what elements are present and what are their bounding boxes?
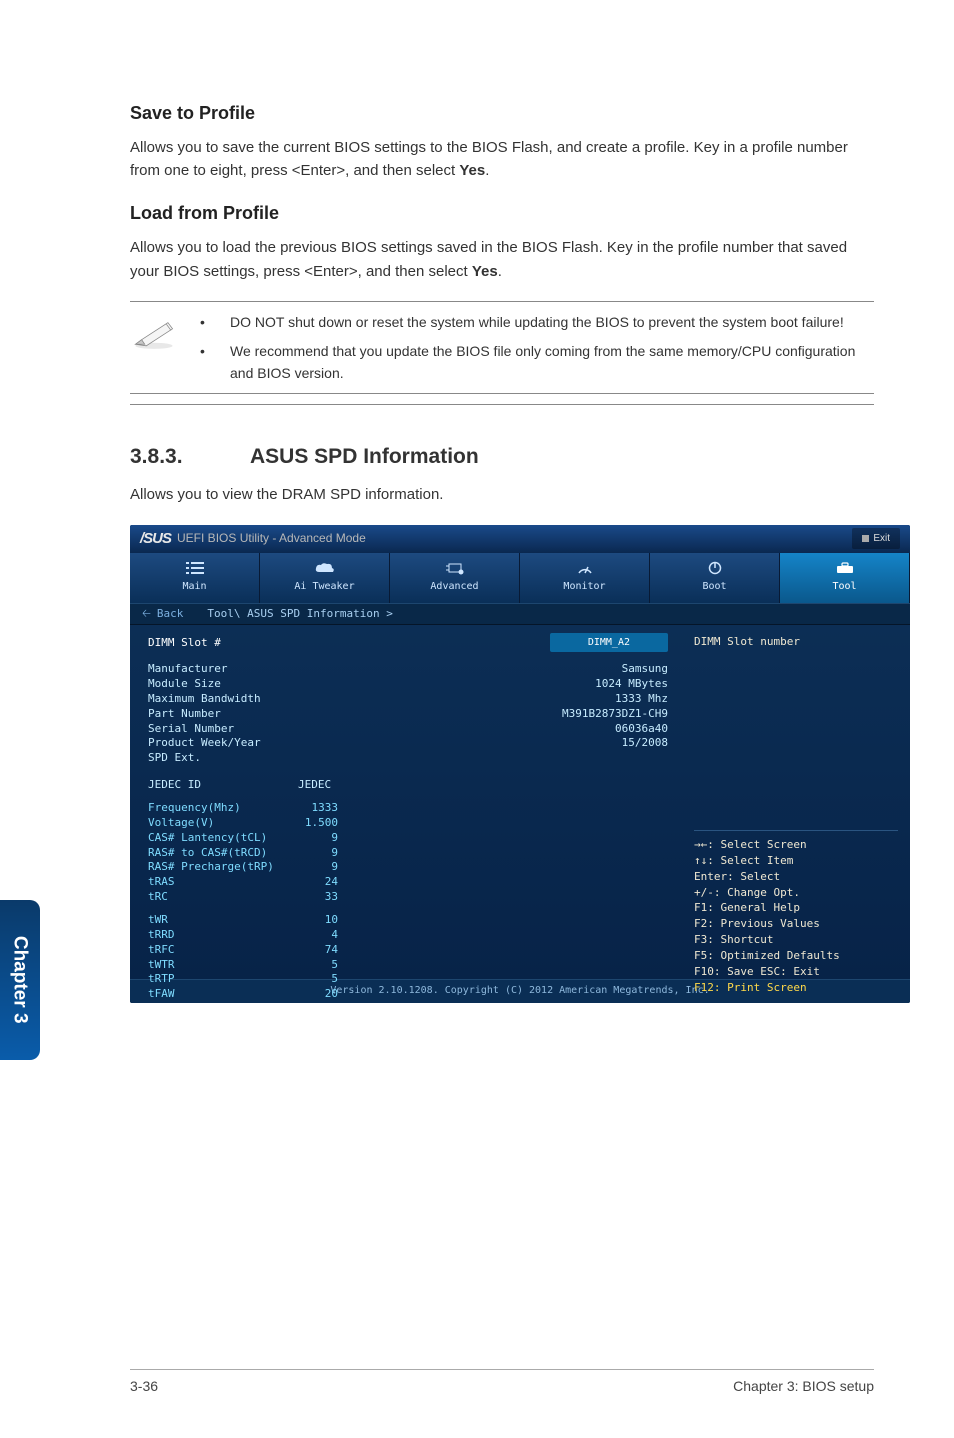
- bios-tab-bar: Main Ai Tweaker Advanced Monitor: [130, 553, 910, 603]
- page-number: 3-36: [130, 1376, 158, 1398]
- tab-main-label: Main: [182, 579, 206, 595]
- note-text-1: DO NOT shut down or reset the system whi…: [230, 312, 874, 334]
- timing-row: tRRD4: [148, 928, 668, 943]
- help-line: →←: Select Screen: [694, 837, 898, 853]
- info-row: Serial Number06036a40: [148, 722, 668, 737]
- note-item-1: • DO NOT shut down or reset the system w…: [200, 312, 874, 334]
- back-arrow-icon[interactable]: 🡠: [142, 605, 151, 622]
- help-line: F1: General Help: [694, 900, 898, 916]
- help-line: F12: Print Screen: [694, 980, 898, 996]
- tab-monitor[interactable]: Monitor: [520, 553, 650, 603]
- info-row: Module Size1024 MBytes: [148, 677, 668, 692]
- help-line: F10: Save ESC: Exit: [694, 964, 898, 980]
- list-icon: [186, 561, 204, 575]
- chip-icon: [446, 561, 464, 575]
- info-row: SPD Ext.: [148, 751, 668, 766]
- timing-row: Frequency(Mhz)1333: [148, 801, 668, 816]
- jedec-row: JEDEC ID JEDEC: [148, 776, 668, 793]
- bullet-icon: •: [200, 312, 230, 334]
- save-profile-period: .: [485, 162, 489, 179]
- info-row: Maximum Bandwidth1333 Mhz: [148, 692, 668, 707]
- help-line: +/-: Change Opt.: [694, 885, 898, 901]
- timing-row: tRFC74: [148, 943, 668, 958]
- note-box: • DO NOT shut down or reset the system w…: [130, 301, 874, 394]
- save-profile-body: Allows you to save the current BIOS sett…: [130, 136, 874, 183]
- back-label[interactable]: Back: [157, 605, 184, 622]
- toolbox-icon: [836, 561, 854, 575]
- bullet-icon: •: [200, 341, 230, 384]
- load-profile-period: .: [498, 263, 502, 280]
- timing-row: tRTP5: [148, 972, 668, 987]
- info-row: Part NumberM391B2873DZ1-CH9: [148, 707, 668, 722]
- timing-row: tFAW20: [148, 987, 668, 1002]
- cloud-icon: [315, 561, 335, 575]
- page-footer: 3-36 Chapter 3: BIOS setup: [130, 1369, 874, 1398]
- power-icon: [708, 561, 722, 575]
- bios-screenshot: /SUS UEFI BIOS Utility - Advanced Mode E…: [130, 525, 910, 1003]
- exit-button[interactable]: Exit: [852, 528, 900, 550]
- tab-tool-label: Tool: [832, 579, 856, 595]
- breadcrumb: 🡠 Back Tool\ ASUS SPD Information >: [130, 603, 910, 625]
- timing-row: tWTR5: [148, 958, 668, 973]
- spd-section-number: 3.8.3.: [130, 441, 250, 474]
- info-row: ManufacturerSamsung: [148, 662, 668, 677]
- chapter-side-tab: Chapter 3: [0, 900, 40, 1060]
- timing-row: RAS# to CAS#(tRCD)9: [148, 846, 668, 861]
- tab-tweaker[interactable]: Ai Tweaker: [260, 553, 390, 603]
- note-text-2: We recommend that you update the BIOS fi…: [230, 341, 874, 384]
- help-line: F2: Previous Values: [694, 916, 898, 932]
- breadcrumb-path: Tool\ ASUS SPD Information >: [207, 605, 392, 622]
- timing-row: tRC33: [148, 890, 668, 905]
- bios-left-panel: DIMM Slot # DIMM_A2 ManufacturerSamsung …: [130, 625, 682, 979]
- tab-main[interactable]: Main: [130, 553, 260, 603]
- tab-tool[interactable]: Tool: [780, 553, 910, 603]
- spd-section-body: Allows you to view the DRAM SPD informat…: [130, 483, 874, 506]
- timing-row: CAS# Lantency(tCL)9: [148, 831, 668, 846]
- tab-advanced-label: Advanced: [430, 579, 478, 595]
- tab-advanced[interactable]: Advanced: [390, 553, 520, 603]
- timing-row: tWR10: [148, 913, 668, 928]
- load-profile-body: Allows you to load the previous BIOS set…: [130, 236, 874, 283]
- tab-monitor-label: Monitor: [563, 579, 605, 595]
- tab-boot-label: Boot: [702, 579, 726, 595]
- load-profile-title: Load from Profile: [130, 200, 874, 228]
- spd-section-title: ASUS SPD Information: [250, 445, 479, 468]
- bios-titlebar: /SUS UEFI BIOS Utility - Advanced Mode E…: [130, 525, 910, 553]
- spd-section-heading: 3.8.3.ASUS SPD Information: [130, 441, 874, 474]
- asus-logo: /SUS: [140, 527, 171, 550]
- chapter-side-tab-label: Chapter 3: [5, 936, 34, 1024]
- right-caption: DIMM Slot number: [694, 633, 898, 650]
- save-profile-title: Save to Profile: [130, 100, 874, 128]
- bios-right-panel: DIMM Slot number →←: Select Screen ↑↓: S…: [682, 625, 910, 979]
- timing-row: RAS# Precharge(tRP)9: [148, 860, 668, 875]
- tab-tweaker-label: Ai Tweaker: [294, 579, 354, 595]
- info-row: Product Week/Year15/2008: [148, 736, 668, 751]
- exit-icon: [862, 535, 869, 542]
- gauge-icon: [577, 561, 593, 575]
- note-icon: [130, 318, 178, 352]
- tab-boot[interactable]: Boot: [650, 553, 780, 603]
- dimm-slot-label: DIMM Slot #: [148, 634, 221, 651]
- dimm-slot-selector[interactable]: DIMM_A2: [550, 633, 668, 653]
- bios-header-text: UEFI BIOS Utility - Advanced Mode: [177, 529, 366, 548]
- save-profile-yes: Yes: [459, 162, 485, 179]
- help-line: Enter: Select: [694, 869, 898, 885]
- exit-label: Exit: [873, 531, 890, 547]
- page-footer-title: Chapter 3: BIOS setup: [733, 1376, 874, 1398]
- note-item-2: • We recommend that you update the BIOS …: [200, 341, 874, 384]
- timing-row: tRAS24: [148, 875, 668, 890]
- timing-row: Voltage(V)1.500: [148, 816, 668, 831]
- help-line: ↑↓: Select Item: [694, 853, 898, 869]
- help-line: F5: Optimized Defaults: [694, 948, 898, 964]
- help-line: F3: Shortcut: [694, 932, 898, 948]
- load-profile-yes: Yes: [472, 263, 498, 280]
